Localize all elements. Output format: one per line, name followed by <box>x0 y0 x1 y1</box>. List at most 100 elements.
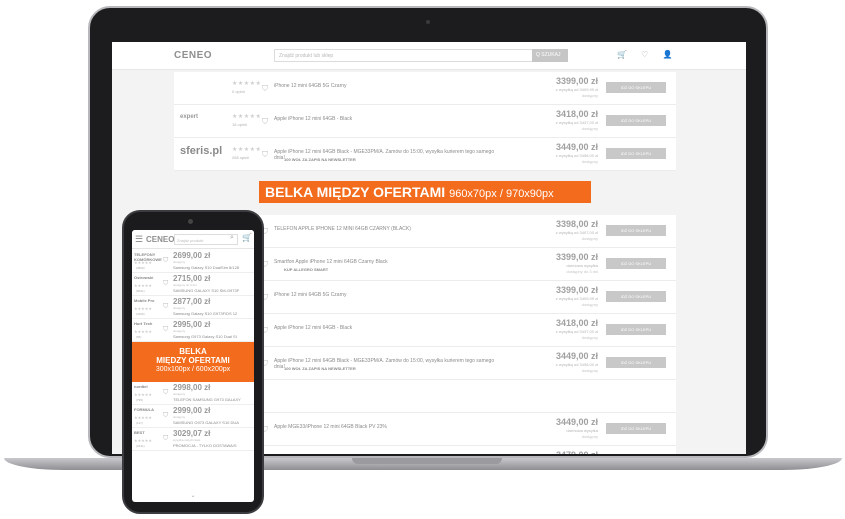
go-to-shop-button[interactable]: IDŹ DO SKLEPU <box>606 225 666 236</box>
mobile-offer-row[interactable]: Ostrowski ★★★★★ (8621) ⛉ 2715,00 zł dostępny … <box>132 273 254 296</box>
phone-camera-icon <box>188 219 193 224</box>
hamburger-menu-icon[interactable]: ☰ <box>135 234 143 245</box>
offer-promo: 100 WOŁ ZA ZAPIS NA NEWSLETTER <box>284 366 356 371</box>
banner-line1: BELKA <box>179 347 207 356</box>
shop-logo: Mobile Pro <box>134 298 155 303</box>
go-to-shop-button[interactable]: IDŹ DO SKLEPU <box>606 148 666 159</box>
availability: dostępny <box>581 93 598 98</box>
shipping-note: darmowa wysyłka <box>566 428 598 433</box>
go-to-shop-button[interactable]: IDŹ DO SKLEPU <box>606 115 666 126</box>
review-count: (3406) <box>136 312 145 316</box>
shipping-note: z wysyłką od 3407,00 zł <box>555 230 598 235</box>
go-to-shop-button[interactable]: IDŹ DO SKLEPU <box>606 258 666 269</box>
ceneo-logo-mobile[interactable]: CENEO <box>146 235 174 244</box>
shield-icon: ⛉ <box>163 435 169 442</box>
banner-label: BELKA MIĘDZY OFERTAMI <box>265 184 446 200</box>
mobile-offer-row[interactable]: Hurt Tech ★★★★★ (56) ⛉ 2995,00 zł dostępny Sam… <box>132 319 254 342</box>
offer-title[interactable]: SAMSUNG GALAXY S10 SM-G973F <box>173 288 251 293</box>
offer-title[interactable]: Apple iPhone 12 mini 64GB - Black <box>274 325 504 331</box>
shop-logo: nordtel <box>134 384 148 389</box>
offer-title[interactable]: Samsung Galaxy S10 G973F/DS 12 <box>173 311 251 316</box>
availability: dostępny <box>173 329 186 333</box>
banner-size: 960x70px / 970x90px <box>449 188 554 200</box>
shop-logo: BEST <box>134 430 145 435</box>
shipping-note: z wysyłką od 3409,99 zł <box>555 296 598 301</box>
availability: dostępny <box>173 306 186 310</box>
mobile-offer-row[interactable]: nordtel ★★★★★ (795) ⛉ 2998,00 zł dostępny TELE… <box>132 382 254 405</box>
ad-banner-mobile: BELKA MIĘDZY OFERTAMI 300x100px / 600x20… <box>132 342 254 382</box>
phone-frame: ☰ CENEO Znajdź produkt ⌕ 🛒 TELEFONY KOMÓ… <box>122 210 264 514</box>
offer-title[interactable]: iPhone 12 mini 64GB 5G Czarny <box>274 83 504 89</box>
go-to-shop-button[interactable]: IDŹ DO SKLEPU <box>606 324 666 335</box>
availability: dostępny <box>581 368 598 373</box>
search-input[interactable]: Znajdź produkt lub sklep <box>274 49 534 62</box>
availability: dostępny <box>581 302 598 307</box>
shipping-note: z wysyłką od 3437,00 zł <box>555 120 598 125</box>
offer-price: 2995,00 zł <box>173 320 211 329</box>
review-count[interactable]: 0 opinii <box>232 89 245 94</box>
mobile-offer-row[interactable]: FORMULA ★★★★★ (117) ⛉ 2999,00 zł dostępny SAMS… <box>132 405 254 428</box>
ceneo-logo[interactable]: CENEO <box>174 50 212 61</box>
review-count[interactable]: 268 opinii <box>232 155 249 160</box>
offer-price: 3418,00 zł <box>555 109 598 119</box>
header-icons[interactable]: 🛒 ♡ 👤 <box>617 50 679 59</box>
shop-logo[interactable]: sferis.pl <box>180 145 226 157</box>
review-count: (2441) <box>136 444 145 448</box>
search-icon[interactable]: ⌕ <box>230 234 234 242</box>
offer-title[interactable]: Apple iPhone 12 mini 64GB - Black <box>274 116 504 122</box>
review-count: (8621) <box>136 289 145 293</box>
offer-promo: KUP ALLEGRO SMART <box>284 267 329 272</box>
offer-price: 3399,00 zł <box>555 76 598 86</box>
shipping-note: z wysyłką od 3437,00 zł <box>555 329 598 334</box>
review-count: (795) <box>136 398 144 402</box>
go-to-shop-button[interactable]: IDŹ DO SKLEPU <box>606 423 666 434</box>
offer-title[interactable]: Samsung Galaxy S10 DualSim 8/128 <box>173 265 251 270</box>
webcam-icon <box>426 20 430 24</box>
offer-price: 3449,00 zł <box>555 351 598 361</box>
rating-stars: ★★★★★ <box>134 329 152 334</box>
review-count: (3500) <box>136 266 145 270</box>
review-count: (56) <box>136 335 142 339</box>
go-to-shop-button[interactable]: IDŹ DO SKLEPU <box>606 82 666 93</box>
offer-title[interactable]: Smartfon Apple iPhone 12 mini 64GB Czarn… <box>274 259 504 265</box>
offer-title[interactable]: PROMOCJA - TYLKO DOSTAWA/S <box>173 443 251 448</box>
offer-title[interactable]: Apple MGE33/iPhone 12 mini 64GB Black PV… <box>274 424 504 430</box>
mobile-offer-row[interactable]: BEST ★★★★★ (2441) ⛉ 3029,07 zł wysyłka natych… <box>132 428 254 451</box>
mobile-offer-row[interactable]: Mobile Pro ★★★★★ (3406) ⛉ 2877,00 zł dostępny… <box>132 296 254 319</box>
rating-stars: ★★★★★ <box>134 392 152 397</box>
offer-price: 3479,00 zł <box>506 450 598 454</box>
mobile-search-input[interactable]: Znajdź produkt <box>174 234 238 245</box>
offer-title[interactable]: SAMSUNG G973 GALAXY S10 DUA <box>173 420 251 425</box>
shop-logo[interactable]: expert <box>180 114 226 120</box>
chevron-down-icon[interactable]: ⌄ <box>132 492 254 499</box>
go-to-shop-button[interactable]: IDŹ DO SKLEPU <box>606 291 666 302</box>
offer-price: 3399,00 zł <box>555 285 598 295</box>
review-count[interactable]: 16 opinii <box>232 122 247 127</box>
cart-icon[interactable]: 🛒 <box>242 233 252 242</box>
shield-icon: ⛉ <box>262 117 268 126</box>
desktop-header: CENEO Znajdź produkt lub sklep Q SZUKAJ … <box>112 42 746 70</box>
search-button[interactable]: Q SZUKAJ <box>532 49 568 62</box>
offer-title[interactable]: iPhone 12 mini 64GB 5G Czarny <box>274 292 504 298</box>
offer-price: 3399,00 zł <box>555 252 598 262</box>
shield-icon: ⛉ <box>163 280 169 287</box>
shield-icon: ⛉ <box>163 389 169 396</box>
go-to-shop-button[interactable]: IDŹ DO SKLEPU <box>606 357 666 368</box>
ad-banner-desktop: BELKA MIĘDZY OFERTAMI 960x70px / 970x90p… <box>259 181 591 203</box>
review-count: (117) <box>136 421 143 425</box>
mobile-offer-row[interactable]: TELEFONY KOMÓRKOWE ★★★★★ (3500) ⛉ 2699,00 zł… <box>132 250 254 273</box>
rating-stars: ★★★★★ <box>232 147 262 153</box>
availability: dostępny <box>581 236 598 241</box>
shipping-note: z wysyłką od 3458,00 zł <box>555 153 598 158</box>
shield-icon: ⛉ <box>163 412 169 419</box>
mobile-screen: ☰ CENEO Znajdź produkt ⌕ 🛒 TELEFONY KOMÓ… <box>132 230 254 502</box>
rating-stars: ★★★★★ <box>134 415 152 420</box>
mobile-header: ☰ CENEO Znajdź produkt ⌕ 🛒 <box>132 230 254 249</box>
offer-row: expert ★★★★★ 16 opinii ⛉ Apple iPhone 12 min… <box>174 105 676 138</box>
offer-title[interactable]: TELEFON SAMSUNG G973 GALAXY <box>173 397 251 402</box>
laptop-notch <box>352 458 502 464</box>
rating-stars: ★★★★★ <box>232 81 262 87</box>
offer-title[interactable]: TELEFON APPLE IPHONE 12 MINI 64GB CZARNY… <box>274 226 504 232</box>
offer-title[interactable]: Samsung G973 Galaxy S10 Dual SI <box>173 334 251 339</box>
offer-price: 2715,00 zł <box>173 274 211 283</box>
